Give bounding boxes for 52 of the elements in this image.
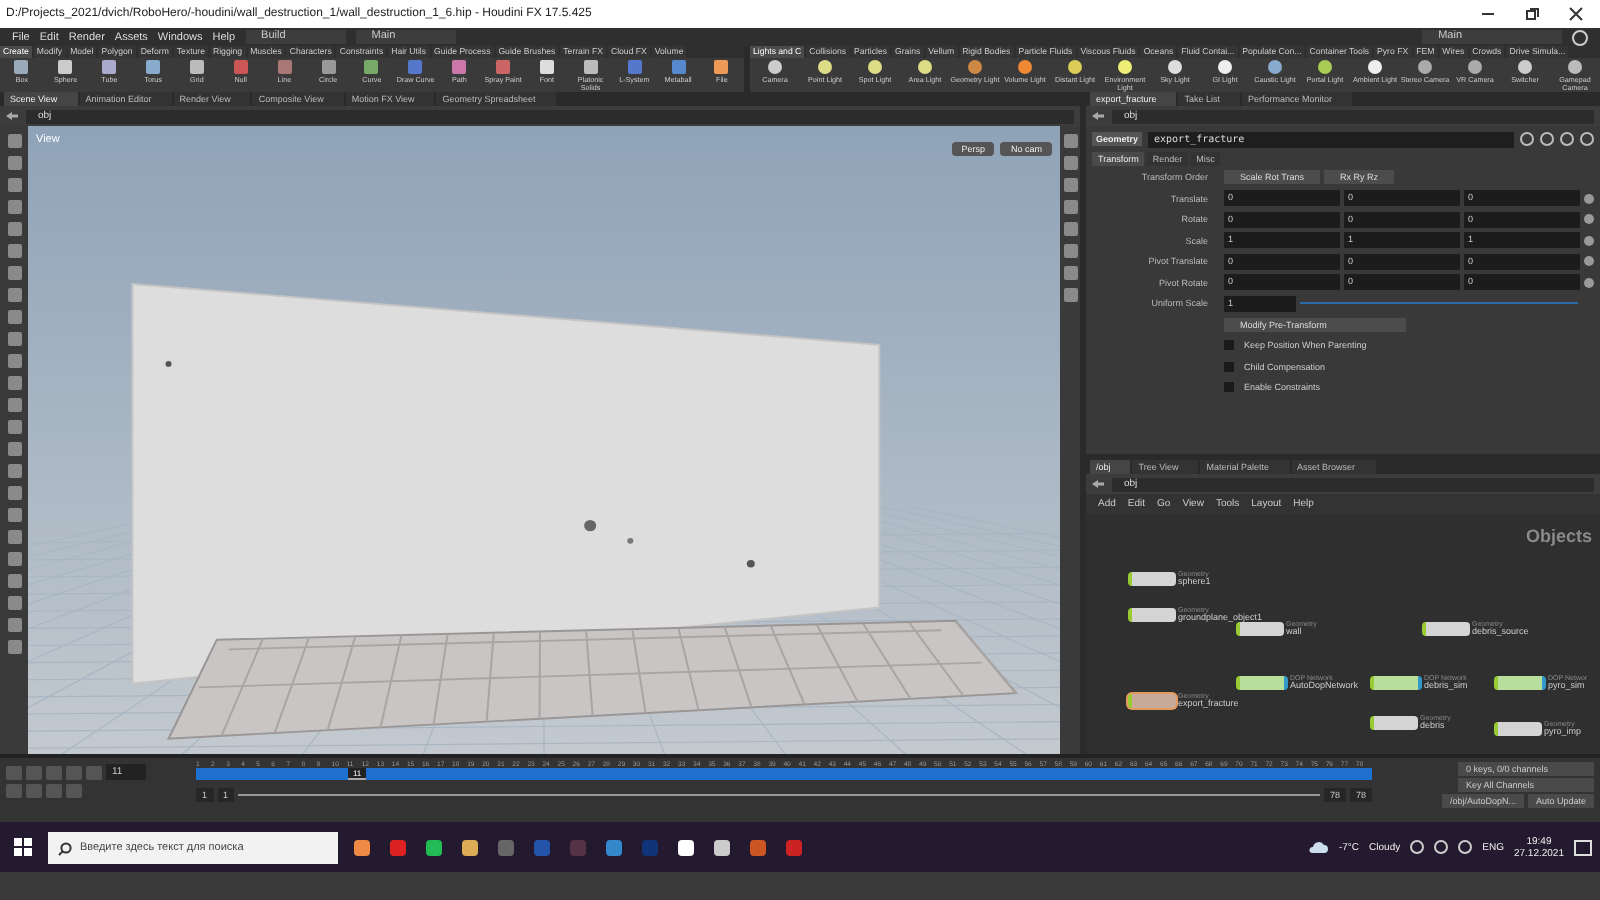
node[interactable] bbox=[1128, 572, 1176, 586]
light-icon[interactable] bbox=[1368, 60, 1382, 74]
node[interactable] bbox=[1370, 676, 1422, 690]
tool-icon[interactable] bbox=[583, 60, 598, 74]
node[interactable] bbox=[1370, 716, 1418, 730]
node[interactable] bbox=[1128, 608, 1176, 622]
tool-icon[interactable] bbox=[539, 60, 554, 74]
light-icon[interactable] bbox=[1318, 60, 1332, 74]
cloud-icon bbox=[1308, 840, 1329, 854]
tool-icon[interactable] bbox=[102, 60, 117, 74]
node[interactable] bbox=[1422, 622, 1470, 636]
tool-icon[interactable] bbox=[714, 60, 729, 74]
light-icon[interactable] bbox=[818, 60, 832, 74]
light-icon[interactable] bbox=[1218, 60, 1232, 74]
light-icon[interactable] bbox=[1468, 60, 1482, 74]
channel-icon[interactable] bbox=[1584, 277, 1594, 287]
light-icon[interactable] bbox=[1268, 60, 1282, 74]
node[interactable] bbox=[1494, 676, 1546, 690]
notification-icon[interactable] bbox=[1574, 839, 1592, 855]
light-icon[interactable] bbox=[1118, 60, 1132, 74]
tool-icon[interactable] bbox=[364, 60, 379, 74]
channel-icon[interactable] bbox=[1584, 256, 1594, 266]
light-icon[interactable] bbox=[1418, 60, 1432, 74]
tool-icon[interactable] bbox=[189, 60, 204, 74]
tool-icon[interactable] bbox=[14, 60, 29, 74]
checkbox[interactable] bbox=[1224, 361, 1234, 371]
light-icon[interactable] bbox=[868, 60, 882, 74]
tool-icon[interactable] bbox=[321, 60, 336, 74]
light-icon[interactable] bbox=[1568, 60, 1582, 74]
channel-icon[interactable] bbox=[1584, 214, 1594, 224]
context-label: Objects bbox=[1525, 526, 1592, 546]
channel-icon[interactable] bbox=[1584, 235, 1594, 245]
checkbox[interactable] bbox=[1224, 382, 1234, 392]
light-icon[interactable] bbox=[918, 60, 932, 74]
light-icon[interactable] bbox=[1518, 60, 1532, 74]
tool-icon[interactable] bbox=[452, 60, 467, 74]
tool-icon[interactable] bbox=[58, 60, 73, 74]
node[interactable] bbox=[1494, 722, 1542, 736]
checkbox[interactable] bbox=[1224, 340, 1234, 350]
search-icon bbox=[58, 841, 72, 855]
channel-icon[interactable] bbox=[1584, 193, 1594, 203]
node[interactable] bbox=[1236, 622, 1284, 636]
close-icon[interactable] bbox=[1568, 6, 1584, 22]
restore-icon[interactable] bbox=[1524, 6, 1540, 22]
light-icon[interactable] bbox=[1018, 60, 1032, 74]
light-icon[interactable] bbox=[1068, 60, 1082, 74]
light-icon[interactable] bbox=[768, 60, 782, 74]
tool-icon[interactable] bbox=[146, 60, 161, 74]
node[interactable] bbox=[1128, 694, 1176, 708]
windows-logo-icon[interactable] bbox=[8, 838, 38, 856]
light-icon[interactable] bbox=[1168, 60, 1182, 74]
node[interactable] bbox=[1236, 676, 1288, 690]
